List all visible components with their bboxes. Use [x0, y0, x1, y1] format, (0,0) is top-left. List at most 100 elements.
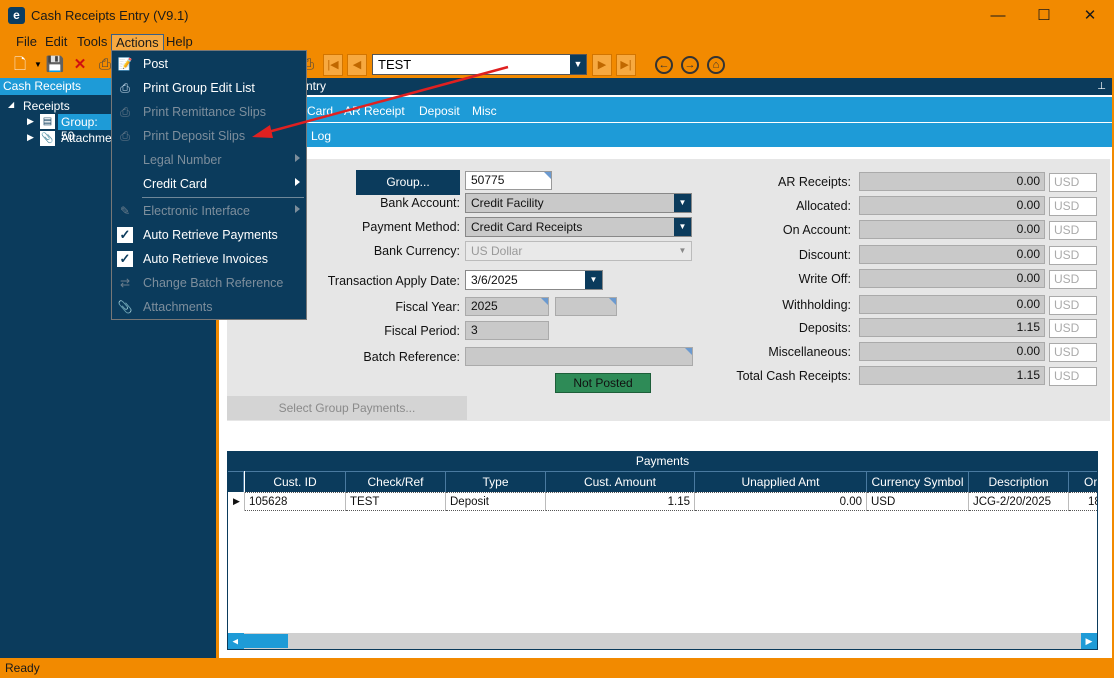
- menu-item-label: Post: [143, 57, 169, 71]
- col-currency-symbol[interactable]: Currency Symbol: [867, 471, 969, 492]
- total-currency: USD: [1049, 319, 1097, 338]
- tab-card[interactable]: Card: [307, 104, 333, 118]
- table-row-cell[interactable]: JCG-2/20/2025: [969, 492, 1069, 511]
- first-record-button[interactable]: |◀: [323, 54, 343, 76]
- table-row-cell[interactable]: USD: [867, 492, 969, 511]
- tree-root-receipts[interactable]: Receipts: [23, 99, 70, 113]
- bank-currency-label: Bank Currency:: [373, 244, 460, 258]
- chevron-down-icon[interactable]: ▼: [674, 218, 691, 236]
- tree-item-attachments[interactable]: Attachme: [61, 131, 112, 145]
- scroll-right-icon[interactable]: ▶: [1081, 633, 1097, 649]
- checkmark-icon: ✓: [117, 227, 133, 243]
- menu-item-label: Legal Number: [143, 153, 222, 167]
- app-icon: e: [8, 7, 25, 24]
- menu-item-label: Print Group Edit List: [143, 81, 255, 95]
- electronic-interface-icon: ✎: [119, 204, 131, 218]
- bank-currency-value: US Dollar: [471, 244, 523, 258]
- row-selector-icon[interactable]: ▶: [228, 492, 245, 511]
- fiscal-year-value: 2025: [471, 299, 498, 313]
- total-currency: USD: [1049, 246, 1097, 265]
- home-icon[interactable]: ⌂: [707, 56, 725, 74]
- calendar-dropdown-icon[interactable]: ▼: [585, 271, 602, 289]
- menu-item-print-group-edit-list[interactable]: ⎙ Print Group Edit List: [112, 76, 306, 100]
- col-description[interactable]: Description: [969, 471, 1069, 492]
- close-button[interactable]: ✕: [1067, 4, 1113, 28]
- batch-combo[interactable]: TEST ▼: [372, 54, 587, 75]
- menu-tools[interactable]: Tools: [73, 34, 111, 51]
- prev-record-button[interactable]: ◀: [347, 54, 367, 76]
- total-value: 1.15: [859, 366, 1045, 385]
- chevron-down-icon: ▼: [674, 242, 691, 260]
- col-type[interactable]: Type: [446, 471, 546, 492]
- group-button[interactable]: Group...: [356, 170, 460, 195]
- chevron-down-icon[interactable]: ▼: [570, 55, 586, 74]
- col-cust-amount[interactable]: Cust. Amount: [546, 471, 695, 492]
- tab-deposit[interactable]: Deposit: [419, 104, 460, 118]
- pin-icon[interactable]: ⊥: [1097, 78, 1106, 95]
- col-overflow[interactable]: Or: [1069, 471, 1097, 492]
- table-row-cell[interactable]: 105628: [245, 492, 346, 511]
- col-check-ref[interactable]: Check/Ref: [346, 471, 446, 492]
- fiscal-year-suffix-field[interactable]: [555, 297, 617, 316]
- back-icon[interactable]: ←: [655, 56, 673, 74]
- select-group-payments-button: Select Group Payments...: [227, 396, 467, 420]
- fiscal-year-label: Fiscal Year:: [395, 300, 460, 314]
- last-record-button[interactable]: ▶|: [616, 54, 636, 76]
- table-row-cell[interactable]: 18: [1069, 492, 1097, 511]
- delete-icon[interactable]: ✕: [70, 55, 90, 75]
- status-badge: Not Posted: [555, 373, 651, 393]
- menu-item-label: Attachments: [143, 300, 213, 314]
- chevron-down-icon[interactable]: ▼: [674, 194, 691, 212]
- maximize-button[interactable]: ☐: [1021, 4, 1067, 28]
- bank-account-combo[interactable]: Credit Facility ▼: [465, 193, 692, 213]
- table-row-cell[interactable]: TEST: [346, 492, 446, 511]
- payments-title: Payments: [228, 452, 1097, 471]
- group-field[interactable]: 50775: [465, 171, 552, 190]
- table-row-cell[interactable]: Deposit: [446, 492, 546, 511]
- col-cust-id[interactable]: Cust. ID: [245, 471, 346, 492]
- payment-method-combo[interactable]: Credit Card Receipts ▼: [465, 217, 692, 237]
- next-record-button[interactable]: ▶: [592, 54, 612, 76]
- total-value: 0.00: [859, 196, 1045, 215]
- scrollbar-thumb[interactable]: [238, 634, 288, 648]
- menu-item-post[interactable]: 📝 Post: [112, 52, 306, 76]
- new-icon[interactable]: 🗋: [10, 55, 30, 75]
- horizontal-scrollbar[interactable]: ◀ ▶: [228, 633, 1097, 649]
- apply-date-label: Transaction Apply Date:: [327, 274, 460, 288]
- actions-menu: 📝 Post ⎙ Print Group Edit List ⎙ Print Remitt…: [111, 50, 307, 320]
- expand-icon[interactable]: ▶: [27, 116, 34, 127]
- menu-item-auto-retrieve-payments[interactable]: ✓ Auto Retrieve Payments: [112, 223, 306, 247]
- expand-icon[interactable]: ▶: [27, 132, 34, 143]
- menu-actions[interactable]: Actions: [111, 34, 164, 51]
- fiscal-year-field[interactable]: 2025: [465, 297, 549, 316]
- menu-file[interactable]: File: [12, 34, 41, 51]
- menu-item-auto-retrieve-invoices[interactable]: ✓ Auto Retrieve Invoices: [112, 247, 306, 271]
- submenu-arrow-icon: [295, 178, 300, 186]
- batch-ref-field[interactable]: [465, 347, 693, 366]
- tab-log[interactable]: Log: [311, 129, 331, 143]
- apply-date-field[interactable]: 3/6/2025 ▼: [465, 270, 603, 290]
- table-row-cell[interactable]: 1.15: [546, 492, 695, 511]
- total-value: 0.00: [859, 342, 1045, 361]
- tab-ar-receipt[interactable]: AR Receipt: [344, 104, 405, 118]
- forward-icon[interactable]: →: [681, 56, 699, 74]
- save-icon[interactable]: 💾: [45, 55, 65, 75]
- tab-misc[interactable]: Misc: [472, 104, 497, 118]
- total-label: Total Cash Receipts:: [736, 369, 851, 383]
- batch-combo-value: TEST: [378, 57, 412, 72]
- field-indicator-icon: [685, 348, 692, 355]
- fiscal-period-field[interactable]: 3: [465, 321, 549, 340]
- table-row-cell[interactable]: 0.00: [695, 492, 867, 511]
- minimize-button[interactable]: —: [975, 4, 1021, 28]
- menu-help[interactable]: Help: [162, 34, 197, 51]
- collapse-icon[interactable]: ◢: [8, 100, 14, 109]
- total-value: 0.00: [859, 295, 1045, 314]
- menu-item-print-remittance-slips: ⎙ Print Remittance Slips: [112, 100, 306, 124]
- fiscal-period-label: Fiscal Period:: [384, 324, 460, 338]
- menu-edit[interactable]: Edit: [41, 34, 71, 51]
- total-currency: USD: [1049, 221, 1097, 240]
- total-value: 0.00: [859, 245, 1045, 264]
- menu-item-credit-card[interactable]: Credit Card: [112, 172, 306, 196]
- col-unapplied-amt[interactable]: Unapplied Amt: [695, 471, 867, 492]
- total-currency: USD: [1049, 367, 1097, 386]
